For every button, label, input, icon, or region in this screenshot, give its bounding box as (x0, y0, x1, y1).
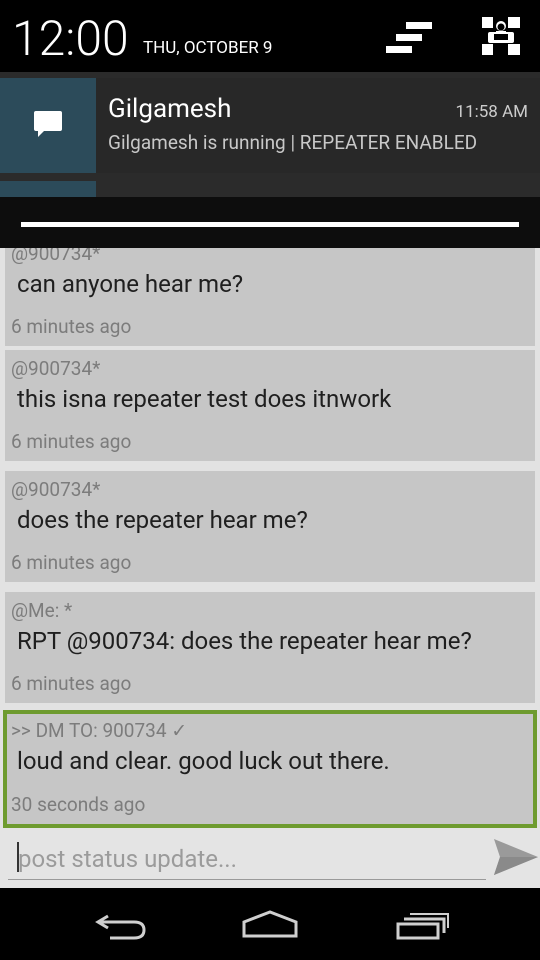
chat-bubble-icon (34, 111, 62, 137)
notification-stub (0, 181, 96, 197)
message-sender: @900734* (11, 478, 101, 501)
sort-notifications-icon[interactable] (386, 20, 434, 60)
back-icon (95, 914, 146, 940)
message-body: loud and clear. good luck out there. (17, 747, 390, 775)
message-body: does the repeater hear me? (17, 506, 308, 534)
notification-shade-header: 12:00 THU, OCTOBER 9 (0, 0, 540, 72)
quick-settings-icon[interactable] (482, 17, 522, 61)
message-feed[interactable]: @900734* can anyone hear me? 6 minutes a… (0, 248, 540, 888)
shade-divider-bottom (0, 173, 540, 197)
status-update-input[interactable] (8, 838, 486, 880)
home-icon (242, 910, 298, 938)
message-timestamp: 6 minutes ago (11, 672, 132, 695)
message-body: can anyone hear me? (17, 270, 244, 298)
date: THU, OCTOBER 9 (143, 38, 273, 58)
home-button[interactable] (220, 888, 320, 960)
list-item-selected[interactable]: >> DM TO: 900734 ✓ loud and clear. good … (3, 710, 537, 828)
clock: 12:00 (12, 10, 129, 67)
message-sender: @900734* (11, 357, 101, 380)
message-timestamp: 30 seconds ago (11, 793, 146, 816)
message-timestamp: 6 minutes ago (11, 551, 132, 574)
message-sender: @900734* (11, 248, 101, 265)
recents-button[interactable] (370, 888, 470, 960)
back-button[interactable] (70, 888, 170, 960)
message-timestamp: 6 minutes ago (11, 430, 132, 453)
gilgamesh-notification[interactable]: Gilgamesh 11:58 AM Gilgamesh is running … (0, 78, 540, 173)
shade-drag-handle[interactable] (21, 222, 519, 227)
list-item[interactable]: @Me: * RPT @900734: does the repeater he… (5, 592, 535, 703)
message-sender: >> DM TO: 900734 ✓ (11, 719, 188, 742)
compose-bar (0, 828, 540, 888)
send-icon (494, 839, 538, 875)
message-timestamp: 6 minutes ago (11, 315, 132, 338)
send-button[interactable] (490, 831, 540, 885)
list-item[interactable]: @900734* can anyone hear me? 6 minutes a… (5, 248, 535, 346)
notification-text: Gilgamesh is running | REPEATER ENABLED (108, 131, 478, 154)
notification-time: 11:58 AM (455, 102, 528, 122)
message-body: this isna repeater test does itnwork (17, 385, 392, 413)
recents-icon (396, 913, 449, 940)
system-nav-bar (0, 888, 540, 960)
notification-icon-box (0, 78, 96, 173)
text-cursor (17, 842, 19, 872)
message-body: RPT @900734: does the repeater hear me? (17, 627, 472, 655)
notification-title: Gilgamesh (108, 94, 232, 124)
message-sender: @Me: * (11, 599, 73, 622)
list-item[interactable]: @900734* does the repeater hear me? 6 mi… (5, 471, 535, 582)
list-item[interactable]: @900734* this isna repeater test does it… (5, 350, 535, 461)
